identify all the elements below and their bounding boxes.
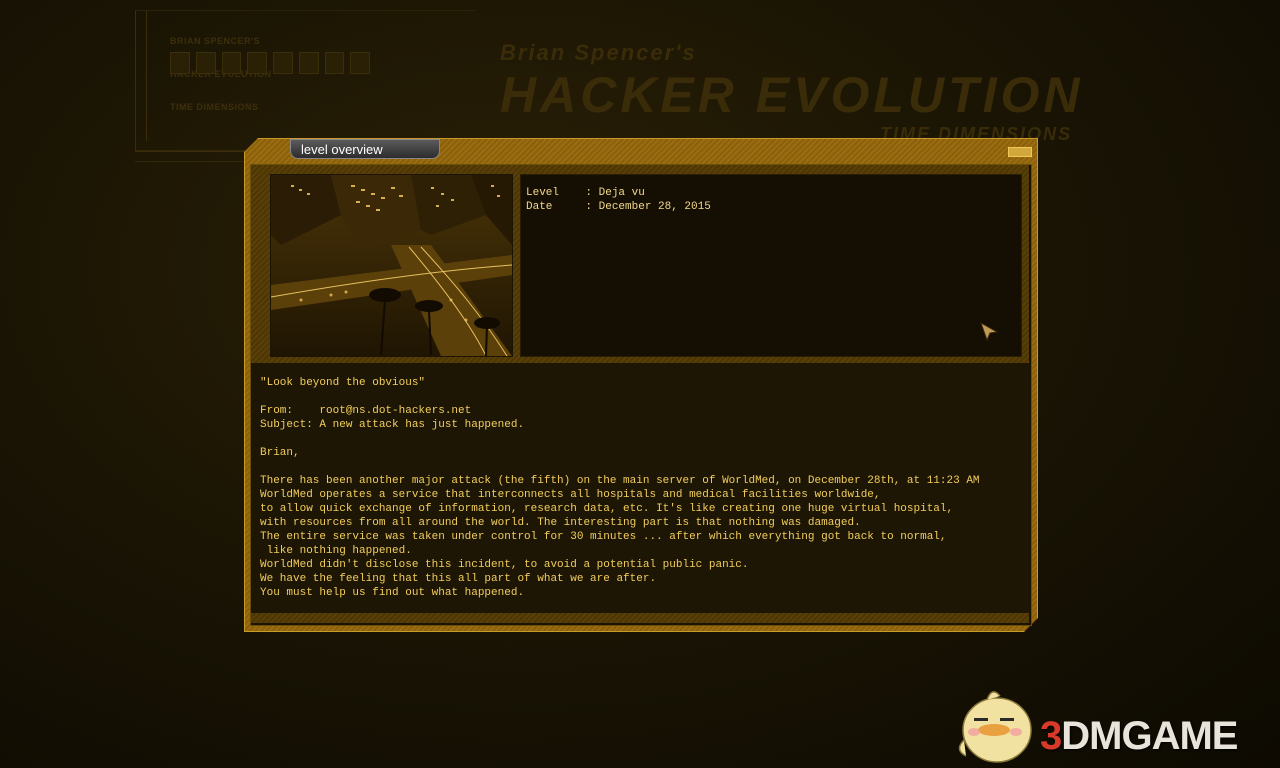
- message-line: WorldMed operates a service that interco…: [260, 489, 881, 501]
- message-line: "Look beyond the obvious": [260, 377, 426, 389]
- level-briefing-message: "Look beyond the obvious" From: root@ns.…: [251, 363, 1029, 613]
- level-header-panel: Level : Deja vu Date : December 28, 2015: [251, 165, 1029, 363]
- message-line: We have the feeling that this all part o…: [260, 573, 657, 585]
- bg-logo-line: BRIAN SPENCER'S: [170, 36, 261, 46]
- message-line: Subject: A new attack has just happened.: [260, 419, 525, 431]
- background-game-title: HACKER EVOLUTION: [500, 67, 1084, 123]
- watermark-digit: 3: [1040, 714, 1062, 758]
- level-date-row: Date : December 28, 2015: [526, 201, 711, 213]
- message-line: with resources from all around the world…: [260, 517, 861, 529]
- message-line: to allow quick exchange of information, …: [260, 503, 954, 515]
- dialog-title: level overview: [290, 139, 440, 159]
- message-line: You must help us find out what happened.: [260, 587, 525, 599]
- watermark-word: DMGAME: [1061, 714, 1238, 758]
- mouse-cursor-icon: [980, 321, 999, 342]
- city-night-image: [271, 175, 512, 356]
- watermark-logo-text: 3DMGAME: [1040, 712, 1238, 760]
- message-line: Brian,: [260, 447, 300, 459]
- dialog-content: Level : Deja vu Date : December 28, 2015…: [250, 164, 1032, 626]
- message-line: WorldMed didn't disclose this incident, …: [260, 559, 749, 571]
- minimize-button[interactable]: [1008, 147, 1032, 157]
- bg-logo-line: TIME DIMENSIONS: [170, 102, 259, 112]
- background-blurred-text: [312, 630, 772, 740]
- dialog-bottom-border: [251, 613, 1029, 623]
- message-line: From: root@ns.dot-hackers.net: [260, 405, 472, 417]
- message-line: The entire service was taken under contr…: [260, 531, 947, 543]
- level-preview-image: [270, 174, 513, 357]
- level-name-row: Level : Deja vu: [526, 187, 645, 199]
- message-line: like nothing happened.: [260, 545, 412, 557]
- background-progress-strip: [170, 52, 370, 74]
- message-line: There has been another major attack (the…: [260, 475, 980, 487]
- level-info-box: Level : Deja vu Date : December 28, 2015: [520, 174, 1022, 357]
- watermark-mascot-icon: [958, 691, 1032, 763]
- background-title-byline: Brian Spencer's: [500, 40, 697, 65]
